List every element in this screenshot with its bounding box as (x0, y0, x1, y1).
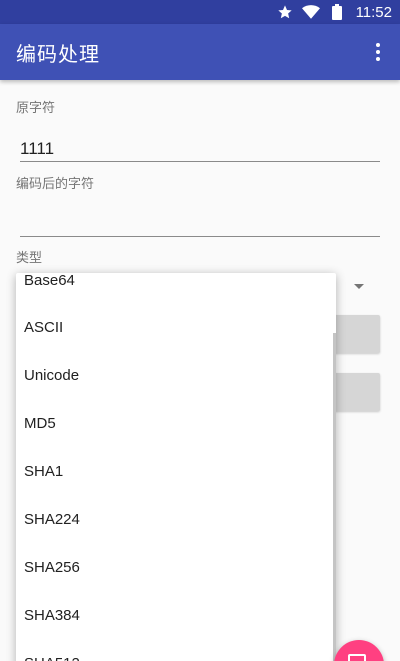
source-label: 原字符 (16, 101, 56, 116)
dropdown-item-base64[interactable]: Base64 (16, 273, 332, 304)
dropdown-item-sha224[interactable]: SHA224 (16, 495, 332, 543)
status-bar: 11:52 (0, 0, 400, 24)
status-time: 11:52 (355, 3, 392, 21)
dropdown-item-ascii[interactable]: ASCII (16, 303, 332, 351)
encode-button[interactable] (330, 315, 380, 353)
dropdown-scrollbar[interactable] (333, 333, 336, 661)
app-bar: 编码处理 (0, 24, 400, 80)
encoded-input[interactable] (20, 214, 380, 237)
source-input[interactable]: 1111 (20, 139, 380, 162)
type-label: 类型 (16, 251, 43, 266)
edit-icon (348, 654, 366, 661)
floating-action-button[interactable] (334, 640, 384, 661)
dropdown-item-sha1[interactable]: SHA1 (16, 447, 332, 495)
app-title: 编码处理 (16, 41, 100, 66)
dropdown-item-sha384[interactable]: SHA384 (16, 591, 332, 639)
encoded-label: 编码后的字符 (16, 177, 95, 192)
type-dropdown[interactable]: Base64 ASCII Unicode MD5 SHA1 SHA224 SHA… (16, 273, 336, 661)
star-icon (276, 3, 294, 21)
source-input-value: 1111 (20, 139, 55, 158)
wifi-icon (301, 3, 320, 21)
spinner-arrow-icon[interactable] (354, 284, 364, 289)
dropdown-item-md5[interactable]: MD5 (16, 399, 332, 447)
overflow-menu-icon[interactable] (366, 38, 390, 66)
dropdown-item-unicode[interactable]: Unicode (16, 351, 332, 399)
dropdown-item-sha512[interactable]: SHA512 (16, 639, 332, 661)
dropdown-item-sha256[interactable]: SHA256 (16, 543, 332, 591)
battery-icon (328, 3, 346, 21)
decode-button[interactable] (330, 373, 380, 411)
